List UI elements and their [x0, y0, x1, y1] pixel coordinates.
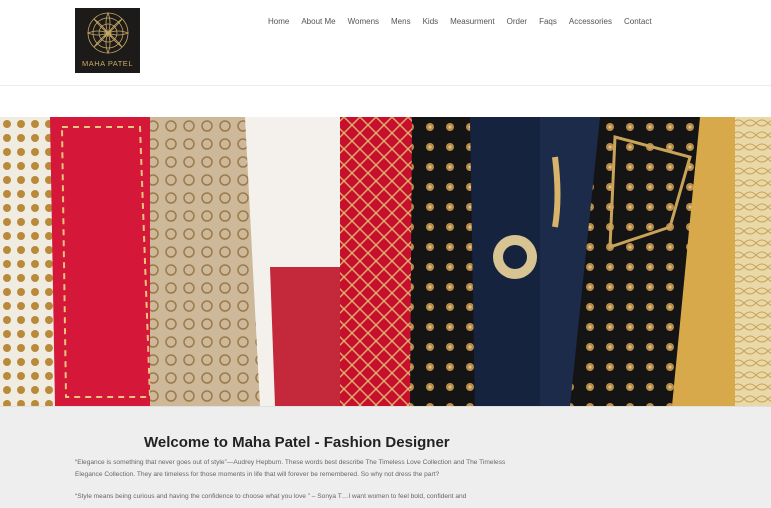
mandala-logo-icon: M: [86, 11, 129, 55]
hero-banner-image: [0, 117, 771, 406]
nav-order[interactable]: Order: [501, 16, 533, 28]
nav-measurment[interactable]: Measurment: [444, 16, 500, 28]
nav-home[interactable]: Home: [262, 16, 295, 28]
nav-faqs[interactable]: Faqs: [533, 16, 563, 28]
nav-womens[interactable]: Womens: [342, 16, 385, 28]
nav-mens[interactable]: Mens: [385, 16, 417, 28]
nav-contact[interactable]: Contact: [618, 16, 658, 28]
nav-kids[interactable]: Kids: [417, 16, 445, 28]
welcome-section: Welcome to Maha Patel - Fashion Designer…: [0, 406, 771, 508]
main-nav: Home About Me Womens Mens Kids Measurmen…: [262, 16, 658, 28]
welcome-heading: Welcome to Maha Patel - Fashion Designer: [144, 434, 450, 451]
welcome-paragraph-1: “Elegance is something that never goes o…: [75, 459, 506, 478]
logo-text: MAHA PATEL: [82, 59, 133, 68]
nav-accessories[interactable]: Accessories: [563, 16, 618, 28]
logo-monogram: M: [103, 29, 112, 40]
brand-logo[interactable]: M MAHA PATEL: [75, 8, 140, 73]
site-header: M MAHA PATEL Home About Me Womens Mens K…: [0, 0, 771, 86]
nav-about-me[interactable]: About Me: [295, 16, 341, 28]
welcome-paragraph-2: “Style means being curious and having th…: [75, 493, 467, 500]
